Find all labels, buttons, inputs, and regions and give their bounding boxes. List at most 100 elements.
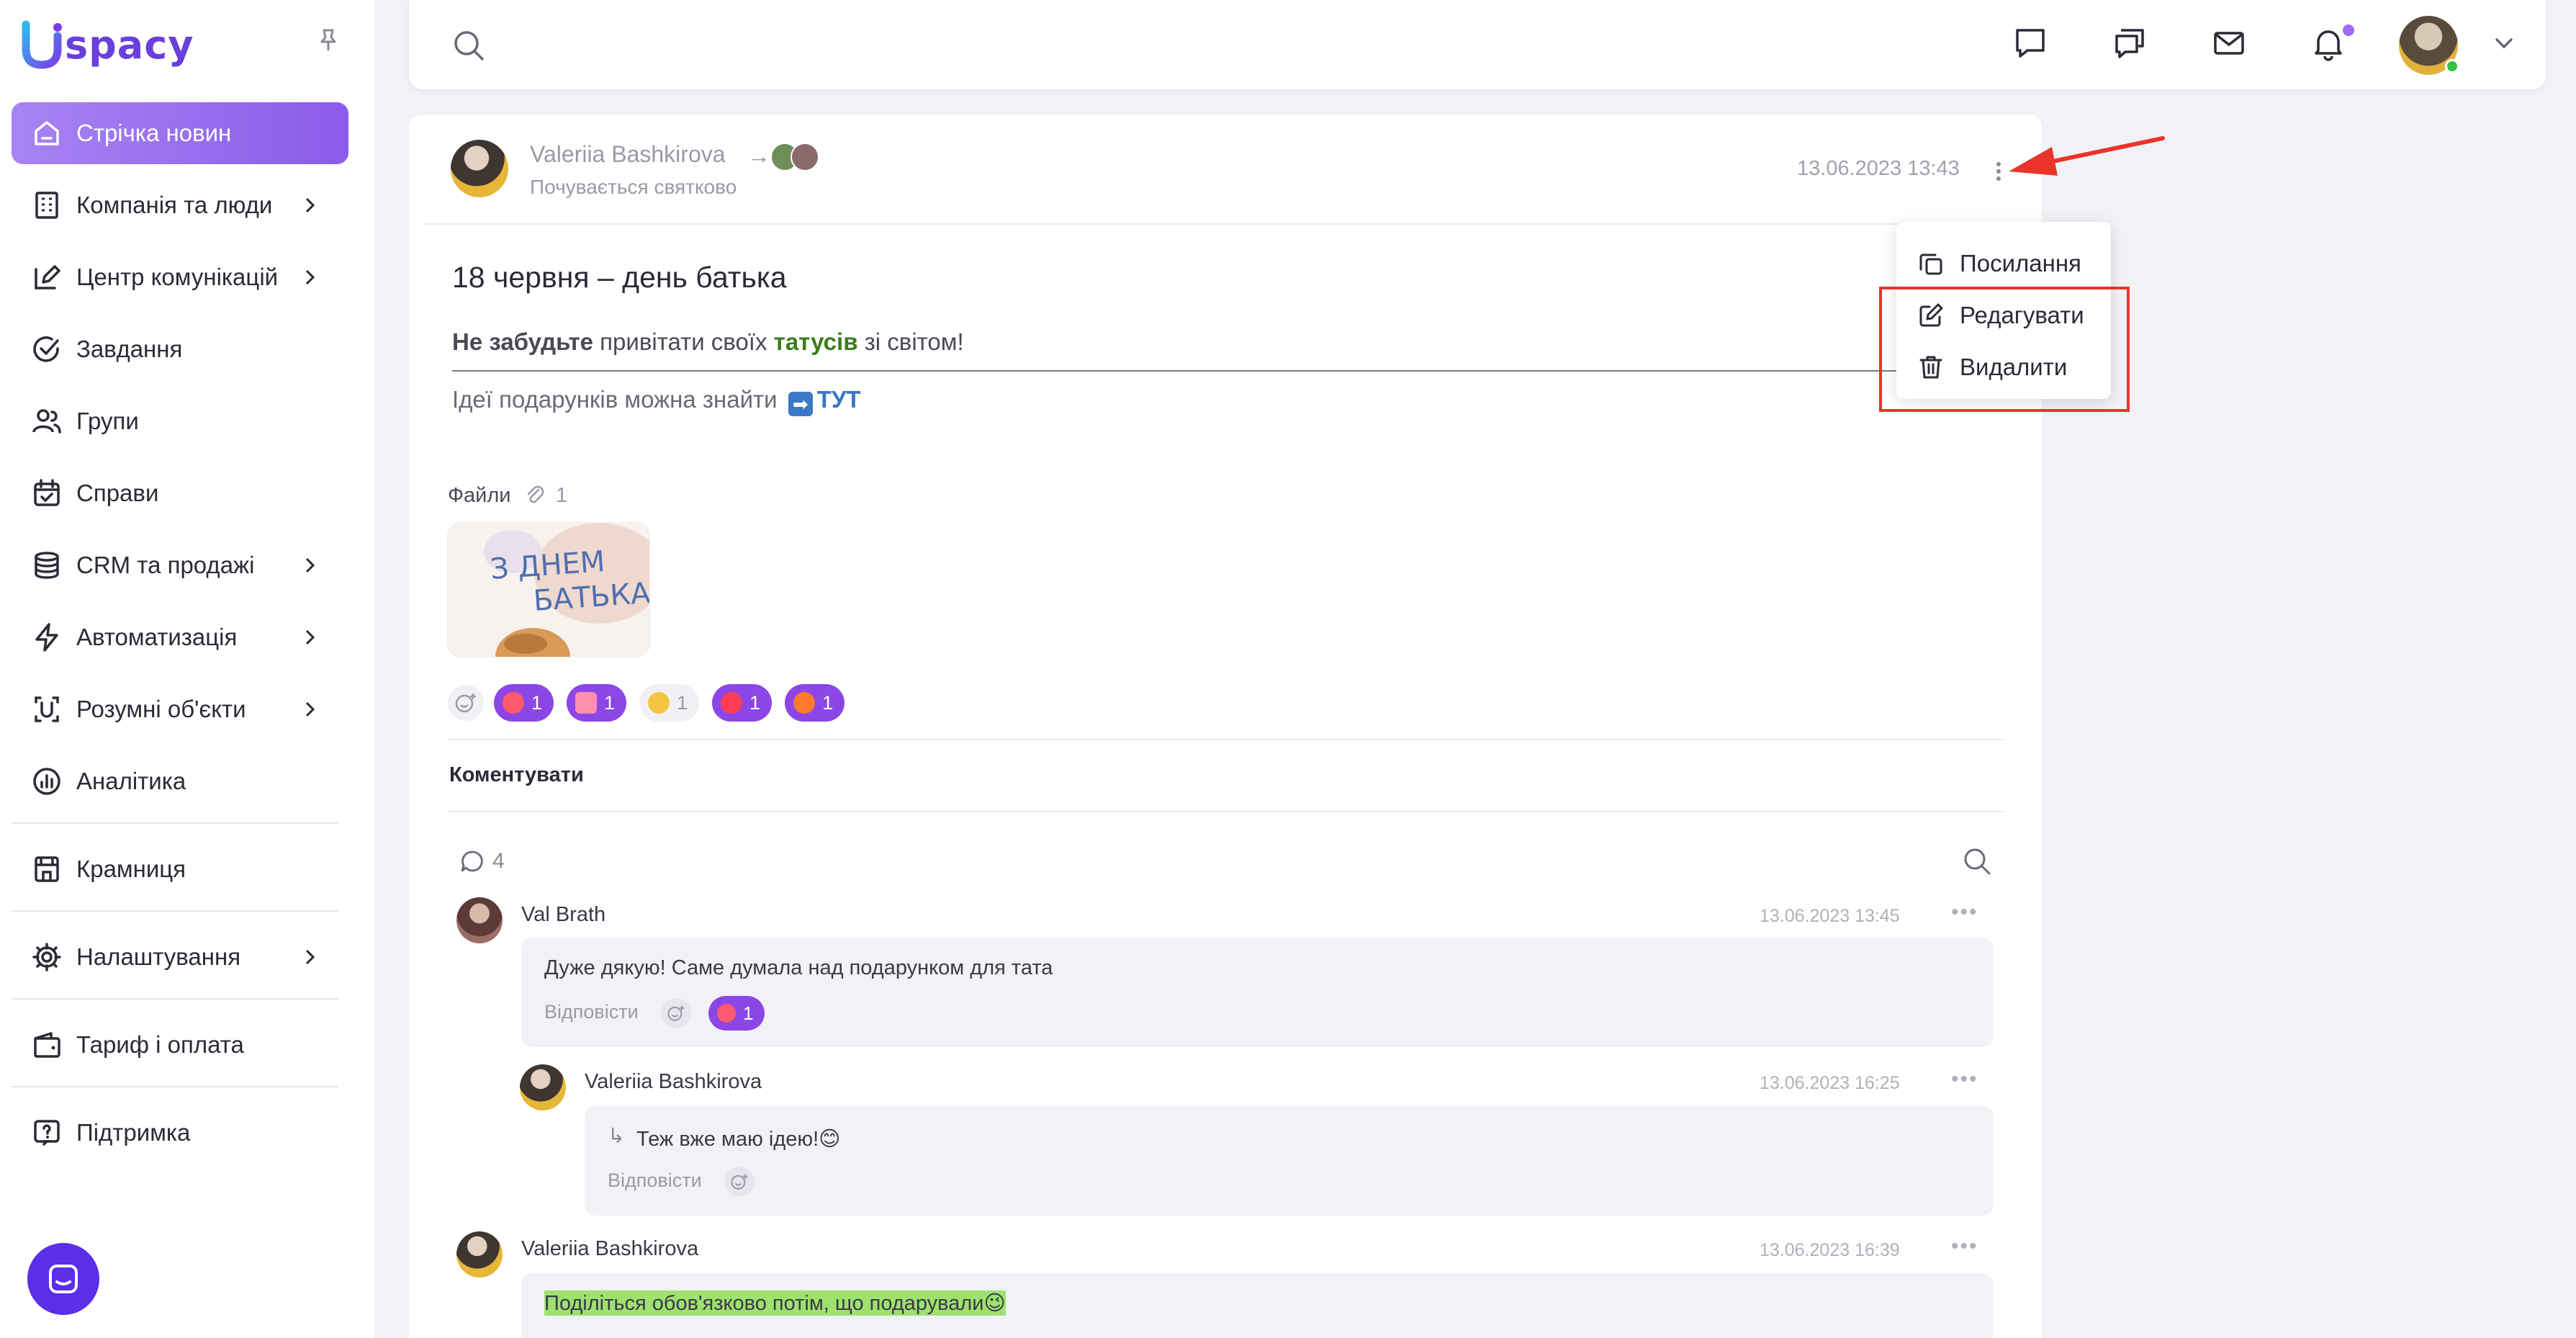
post-body-line: Не забудьте привітати своїх татусів зі с… [452, 328, 964, 356]
annotation-arrow-icon [2009, 136, 2165, 176]
sidebar-item-activities[interactable]: Справи [12, 462, 348, 524]
reaction-count: 1 [743, 1002, 754, 1024]
divider [425, 223, 2009, 225]
chevron-right-icon [305, 629, 315, 645]
files-count: 1 [556, 484, 568, 507]
reaction-count: 1 [531, 691, 543, 714]
text-divider [452, 370, 1909, 372]
chevron-right-icon [305, 701, 315, 717]
sidebar-item-label: Центр комунікацій [76, 264, 279, 290]
author-avatar[interactable] [451, 140, 508, 197]
post-author[interactable]: Valeriia Bashkirova [530, 141, 726, 168]
sidebar-item-label: Стрічка новин [76, 120, 232, 146]
commenter-avatar[interactable] [520, 1064, 566, 1110]
comment-bubble-icon [461, 850, 483, 872]
sidebar-item-tasks[interactable]: Завдання [12, 318, 348, 380]
chevron-down-icon[interactable] [2490, 29, 2518, 58]
conversations-icon[interactable] [2111, 24, 2148, 62]
reaction-count: 1 [604, 691, 616, 714]
comment-date: 13.06.2023 16:39 [1760, 1240, 1900, 1260]
sidebar-item-automation[interactable]: Автоматизація [12, 606, 348, 668]
mail-icon[interactable] [2210, 24, 2248, 62]
calendar-check-icon [34, 479, 60, 506]
gear-icon [32, 943, 61, 971]
add-reaction-button[interactable] [661, 998, 691, 1028]
sidebar-item-label: Розумні об'єкти [76, 696, 246, 722]
love-letter-emoji-icon [575, 692, 598, 714]
logo-mark-icon [22, 20, 62, 69]
comment-bubble [585, 1106, 1993, 1216]
reactions-bar: 1 1 1 1 1 [448, 683, 857, 723]
reaction-count: 1 [822, 691, 834, 714]
chat-icon[interactable] [2012, 24, 2049, 62]
search-icon[interactable] [451, 27, 487, 63]
commenter-avatar[interactable] [456, 1231, 503, 1278]
hearts-face-emoji-icon [503, 692, 524, 714]
chat-widget-button[interactable] [27, 1243, 99, 1315]
sidebar-item-company[interactable]: Компанія та люди [12, 174, 348, 236]
menu-item-copy-link[interactable]: Посилання [1917, 242, 2081, 285]
comment-date: 13.06.2023 16:25 [1760, 1073, 1900, 1093]
chevron-right-icon [305, 557, 315, 573]
sidebar-item-smart-objects[interactable]: Розумні об'єкти [12, 678, 348, 740]
sidebar-item-analytics[interactable]: Аналітика [12, 750, 348, 812]
chevron-right-icon [305, 269, 315, 285]
reaction-chip[interactable]: 1 [785, 684, 845, 722]
fire-emoji-icon [793, 692, 816, 714]
reply-button[interactable]: Відповісти [608, 1169, 702, 1192]
commenter-name[interactable]: Valeriia Bashkirova [585, 1070, 762, 1094]
home-icon [35, 121, 59, 145]
attachment-thumbnail[interactable]: З ДНЕМ БАТЬКА [448, 523, 649, 657]
fathers-day-card-image: З ДНЕМ БАТЬКА [484, 523, 649, 657]
reaction-chip[interactable]: 1 [639, 684, 700, 722]
search-comments-icon[interactable] [1961, 845, 1993, 877]
recipient-avatar[interactable] [791, 143, 819, 171]
reaction-count: 1 [749, 691, 761, 714]
bell-icon[interactable] [2310, 24, 2347, 62]
reaction-chip[interactable]: 1 [567, 684, 627, 722]
sidebar-item-news-feed[interactable]: Стрічка новин [12, 102, 348, 164]
comment-text: Теж вже маю ідею!😊 [636, 1128, 841, 1151]
comment-button[interactable]: Коментувати [449, 763, 584, 787]
heart-eyes-emoji-icon [721, 692, 743, 714]
sidebar-item-communications[interactable]: Центр комунікацій [12, 246, 348, 308]
sidebar-item-settings[interactable]: Налаштування [12, 926, 348, 988]
sidebar-item-label: Налаштування [76, 943, 241, 970]
comment-options-icon[interactable]: ••• [1951, 1067, 1978, 1092]
comment-options-icon[interactable]: ••• [1951, 900, 1978, 925]
commenter-avatar[interactable] [456, 897, 503, 943]
comment-options-icon[interactable]: ••• [1951, 1234, 1978, 1259]
bold-text: Не забудьте [452, 328, 594, 355]
comment-date: 13.06.2023 13:45 [1760, 906, 1900, 926]
reply-button[interactable]: Відповісти [544, 1001, 639, 1023]
post-date: 13.06.2023 13:43 [1797, 157, 1960, 180]
smart-object-icon [35, 696, 59, 722]
logo[interactable]: spacy [20, 19, 194, 71]
sidebar-item-label: CRM та продажі [76, 552, 255, 578]
chevron-right-icon [305, 949, 315, 965]
check-circle-icon [33, 336, 59, 362]
reaction-chip[interactable]: 1 [712, 684, 773, 722]
files-label: Файли [448, 484, 511, 507]
commenter-name[interactable]: Valeriia Bashkirova [521, 1237, 698, 1261]
commenter-name[interactable]: Val Brath [521, 903, 605, 927]
gift-ideas-link[interactable]: ТУТ [817, 386, 861, 413]
post-card: Valeriia Bashkirova → Почувається святко… [409, 115, 2042, 1338]
sidebar-item-label: Компанія та люди [76, 192, 273, 218]
sidebar-item-billing[interactable]: Тариф і оплата [12, 1014, 348, 1076]
sidebar-item-support[interactable]: Підтримка [12, 1102, 348, 1164]
reaction-count: 1 [677, 691, 688, 714]
sidebar-item-crm[interactable]: CRM та продажі [12, 534, 348, 596]
sidebar-item-groups[interactable]: Групи [12, 390, 348, 452]
pin-icon[interactable] [314, 26, 343, 55]
reaction-chip[interactable]: 1 [708, 996, 765, 1031]
add-reaction-button[interactable] [724, 1167, 755, 1197]
reaction-chip[interactable]: 1 [494, 684, 554, 722]
add-reaction-button[interactable] [448, 685, 484, 721]
sidebar-item-label: Крамниця [76, 856, 186, 882]
chart-circle-icon [33, 768, 60, 795]
sidebar-item-store[interactable]: Крамниця [12, 838, 348, 900]
post-body-line: Ідеї подарунків можна знайти ➡ ТУТ [452, 386, 861, 416]
highlight-box [1879, 287, 2130, 412]
top-bar [409, 0, 2546, 89]
